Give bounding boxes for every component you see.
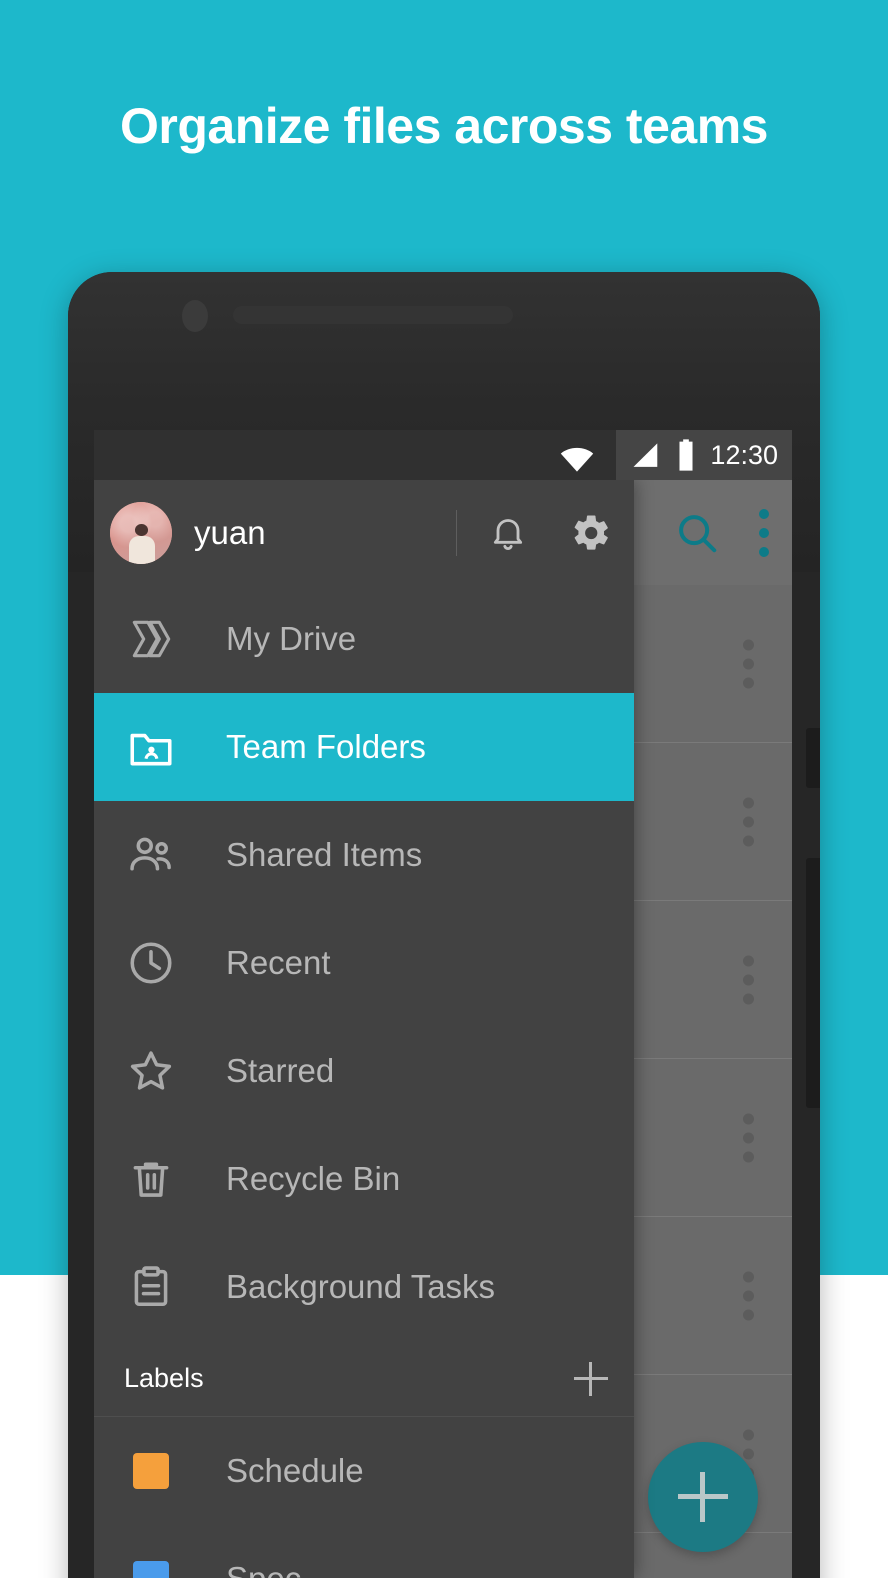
label-color-swatch (133, 1453, 169, 1489)
header-divider (456, 510, 457, 556)
label-item-schedule[interactable]: Schedule (94, 1417, 634, 1525)
labels-title: Labels (124, 1363, 204, 1393)
sidebar-item-label: Recent (226, 944, 331, 981)
plus-icon (678, 1472, 728, 1522)
overflow-menu-icon[interactable] (743, 1113, 754, 1162)
star-icon (122, 1046, 180, 1096)
overflow-menu-icon[interactable] (743, 797, 754, 846)
sidebar-item-my-drive[interactable]: My Drive (94, 585, 634, 693)
status-bar-time: 12:30 (710, 439, 778, 470)
my-drive-icon (122, 614, 180, 664)
sidebar-item-team-folders[interactable]: Team Folders (94, 693, 634, 801)
sidebar-item-background-tasks[interactable]: Background Tasks (94, 1233, 634, 1341)
battery-full-icon (674, 438, 698, 472)
clipboard-icon (122, 1262, 180, 1312)
sidebar-item-shared-items[interactable]: Shared Items (94, 801, 634, 909)
sidebar-item-label: Shared Items (226, 836, 423, 873)
avatar[interactable] (110, 501, 172, 564)
sidebar-item-label: Team Folders (226, 728, 426, 765)
overflow-menu-icon[interactable] (743, 1271, 754, 1320)
trash-icon (122, 1154, 180, 1204)
label-item-spec[interactable]: Spec (94, 1525, 634, 1578)
overflow-menu-icon[interactable] (743, 639, 754, 688)
team-folder-icon (122, 722, 180, 772)
label-name: Schedule (226, 1452, 364, 1489)
status-bar-right: 12:30 (616, 430, 792, 480)
page-title: Organize files across teams (120, 98, 768, 154)
account-name: yuan (194, 513, 266, 551)
gear-icon[interactable] (570, 512, 612, 554)
sidebar-item-label: Recycle Bin (226, 1160, 401, 1197)
sidebar-item-starred[interactable]: Starred (94, 1017, 634, 1125)
sidebar-item-recent[interactable]: Recent (94, 909, 634, 1017)
bell-icon[interactable] (488, 513, 528, 553)
drawer-header: yuan (94, 480, 634, 585)
overflow-menu-icon[interactable] (754, 505, 774, 561)
app-bar-actions (674, 480, 774, 585)
drawer-header-actions (488, 480, 634, 585)
add-fab-button[interactable] (648, 1442, 758, 1552)
wifi-icon (558, 444, 596, 474)
overflow-menu-icon[interactable] (743, 955, 754, 1004)
people-icon (122, 830, 180, 880)
cellular-signal-icon (628, 440, 662, 470)
add-label-button[interactable] (574, 1361, 608, 1396)
clock-icon (122, 938, 180, 988)
phone-side-button-bottom[interactable] (806, 858, 820, 1108)
speaker-grille-icon (233, 306, 513, 324)
sidebar-item-recycle-bin[interactable]: Recycle Bin (94, 1125, 634, 1233)
label-name: Spec (226, 1560, 301, 1578)
phone-screen: yuan My Drive Team Folders Shared Items … (94, 430, 792, 1578)
phone-side-button-top[interactable] (806, 728, 820, 788)
status-bar: 12:30 (94, 430, 792, 480)
sidebar-item-label: My Drive (226, 620, 357, 657)
sidebar-item-label: Background Tasks (226, 1268, 496, 1305)
sidebar-item-label: Starred (226, 1052, 335, 1089)
labels-section-header: Labels (94, 1341, 634, 1417)
screenshot-root: Organize files across teams yuan My Driv… (0, 0, 888, 1578)
camera-dot-icon (182, 300, 208, 332)
navigation-drawer: yuan My Drive Team Folders Shared Items … (94, 480, 634, 1578)
search-icon[interactable] (674, 510, 720, 556)
label-color-swatch (133, 1561, 169, 1578)
